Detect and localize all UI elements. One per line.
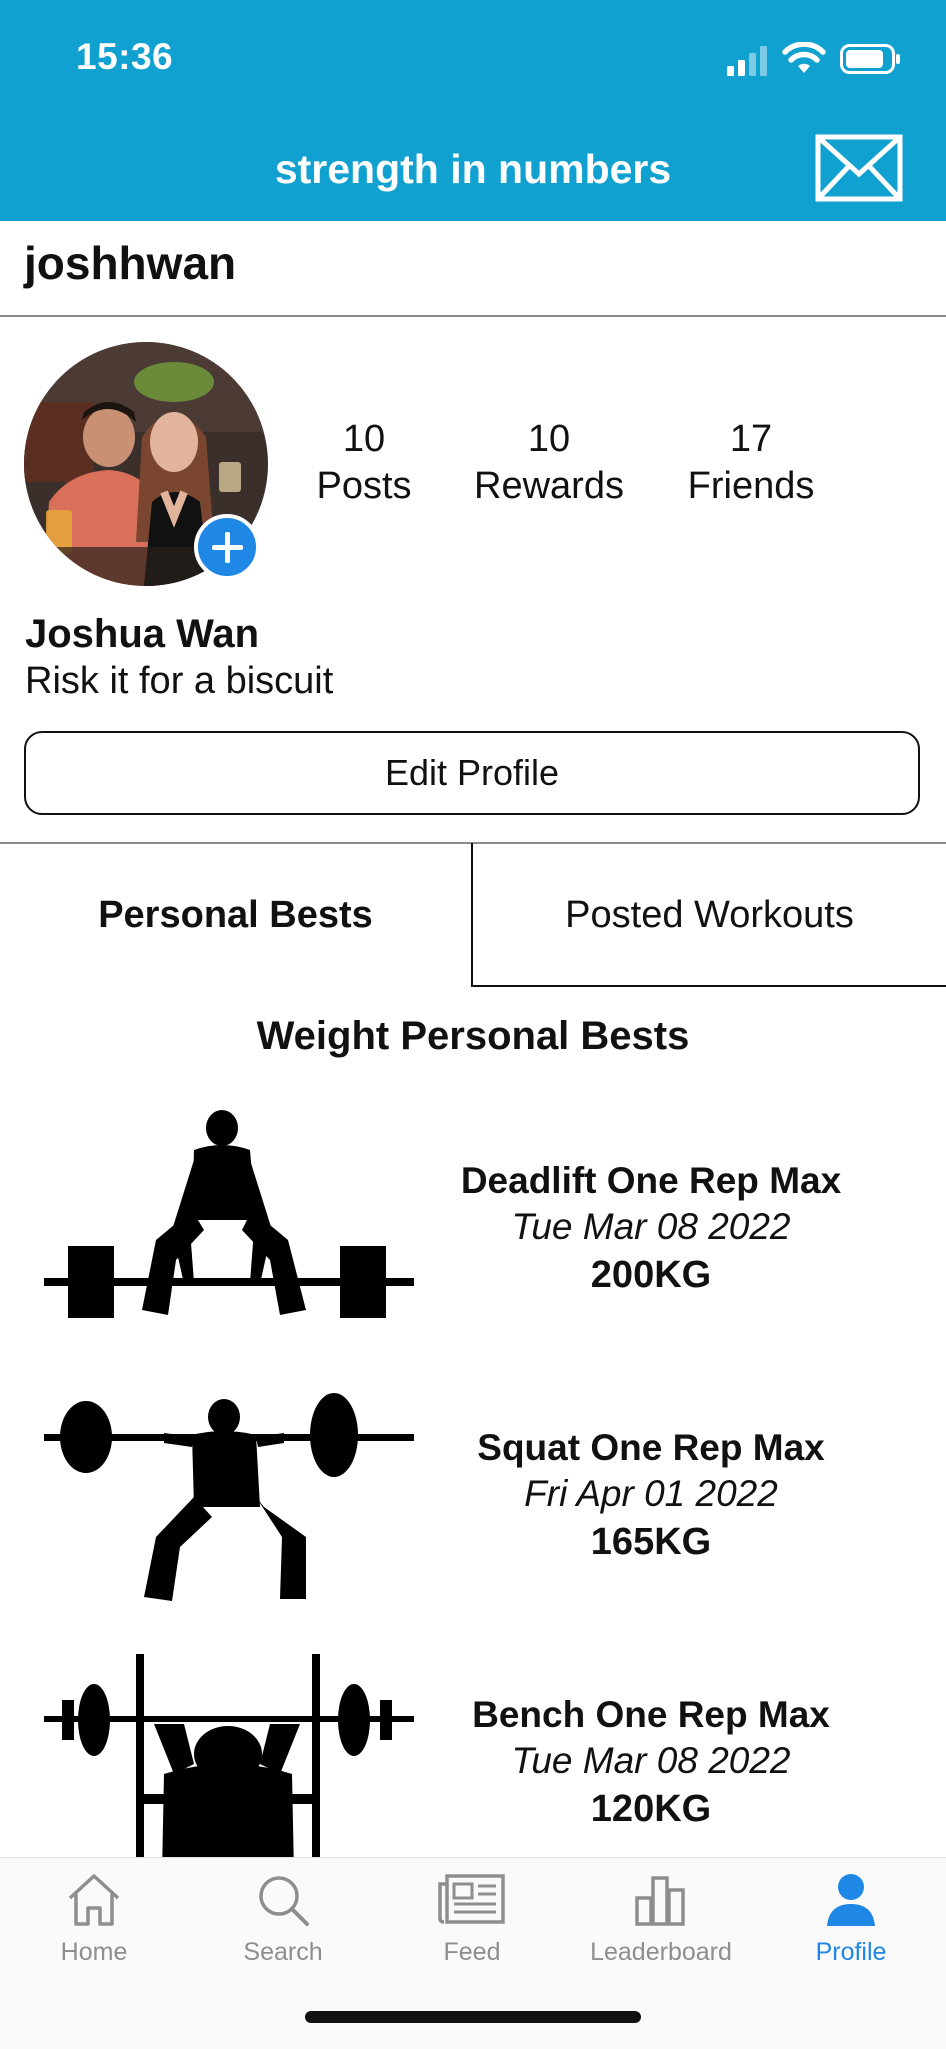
profile-username: joshhwan (24, 237, 237, 289)
profile-full-name: Joshua Wan (25, 612, 260, 656)
bar-chart-icon (635, 1876, 685, 1926)
newspaper-icon (438, 1874, 505, 1924)
pb-text: Deadlift One Rep Max Tue Mar 08 2022 200… (436, 1158, 866, 1300)
nav-label: Home (60, 1938, 128, 1966)
stat-posts[interactable]: 10 Posts (304, 416, 424, 510)
app-header: 15:36 strength in numbers (0, 0, 946, 221)
app-title: strength in numbers (274, 146, 672, 192)
profile-bio: Risk it for a biscuit (25, 660, 334, 702)
home-indicator (305, 2011, 641, 2023)
edit-profile-button[interactable]: Edit Profile (24, 731, 920, 815)
nav-item-feed[interactable]: Feed (377, 1870, 567, 1990)
stat-value: 17 (729, 418, 773, 460)
wifi-icon (782, 42, 826, 73)
tab-posted-workouts[interactable]: Posted Workouts (471, 843, 946, 987)
squat-silhouette-icon (44, 1393, 414, 1601)
search-icon (259, 1876, 309, 1926)
tab-personal-bests[interactable]: Personal Bests (0, 843, 471, 987)
nav-item-search[interactable]: Search (188, 1870, 378, 1990)
nav-label: Profile (815, 1938, 887, 1966)
pb-date: Tue Mar 08 2022 (511, 1740, 791, 1781)
battery-icon (840, 44, 900, 74)
add-photo-button[interactable] (194, 514, 260, 580)
pb-title: Squat One Rep Max (477, 1427, 825, 1468)
deadlift-silhouette-icon (44, 1110, 414, 1318)
section-title: Weight Personal Bests (256, 1014, 690, 1058)
home-icon (68, 1874, 120, 1926)
stat-rewards[interactable]: 10 Rewards (464, 416, 634, 510)
nav-item-profile[interactable]: Profile (756, 1870, 946, 1990)
pb-weight: 200KG (590, 1254, 712, 1296)
list-item-squat: Squat One Rep Max Fri Apr 01 2022 165KG (0, 1377, 946, 1627)
pb-date: Fri Apr 01 2022 (524, 1473, 778, 1514)
person-icon (827, 1874, 875, 1926)
bench-silhouette-icon (44, 1654, 414, 1874)
pb-title: Deadlift One Rep Max (460, 1160, 842, 1201)
stat-value: 10 (527, 418, 571, 460)
stat-value: 10 (342, 418, 386, 460)
nav-label: Feed (443, 1938, 501, 1966)
pb-weight: 165KG (590, 1521, 712, 1563)
pb-text: Squat One Rep Max Fri Apr 01 2022 165KG (436, 1425, 866, 1567)
stat-label: Friends (687, 465, 815, 507)
nav-label: Leaderboard (590, 1938, 732, 1966)
stat-label: Posts (316, 465, 412, 507)
divider (0, 315, 946, 317)
nav-item-home[interactable]: Home (0, 1870, 189, 1990)
pb-text: Bench One Rep Max Tue Mar 08 2022 120KG (436, 1692, 866, 1834)
status-time: 15:36 (76, 36, 174, 77)
pb-date: Tue Mar 08 2022 (511, 1206, 791, 1247)
stat-friends[interactable]: 17 Friends (676, 416, 826, 510)
pb-weight: 120KG (590, 1788, 712, 1830)
nav-item-leaderboard[interactable]: Leaderboard (566, 1870, 756, 1990)
pb-title: Bench One Rep Max (472, 1694, 830, 1735)
stat-label: Rewards (474, 465, 624, 507)
cellular-signal-icon (727, 46, 767, 76)
mail-icon[interactable] (815, 134, 903, 202)
list-item-deadlift: Deadlift One Rep Max Tue Mar 08 2022 200… (0, 1110, 946, 1360)
nav-label: Search (243, 1938, 323, 1966)
